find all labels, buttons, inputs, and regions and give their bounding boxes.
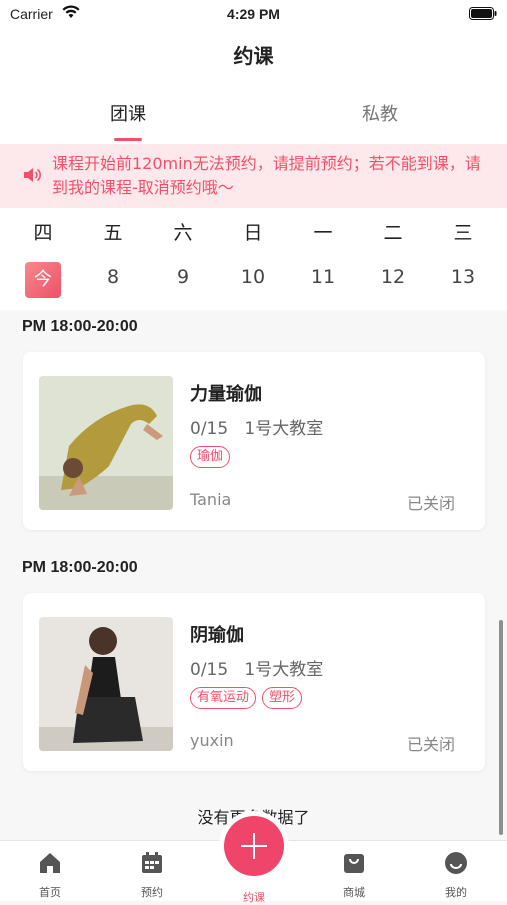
- week-selector: 四 五 六 日 一 二 三 今 8 9 10 11 12 13: [0, 208, 507, 310]
- class-meta: 0/15 1号大教室: [190, 414, 323, 439]
- nav-bar: 约课: [0, 28, 507, 78]
- battery-icon: [469, 7, 497, 20]
- plus-icon: [241, 833, 267, 859]
- coach-name: Tania: [190, 490, 232, 509]
- class-capacity: 0/15: [190, 660, 229, 680]
- booking-status: 已关闭: [406, 735, 455, 754]
- session-time-header: PM 18:00-20:00: [22, 318, 138, 335]
- tab-group-class[interactable]: 团课: [68, 100, 188, 126]
- coach-name: yuxin: [190, 731, 234, 750]
- scrollbar[interactable]: [499, 620, 503, 835]
- calendar-icon: [142, 852, 162, 873]
- weekday-label: 三: [453, 222, 473, 244]
- class-type-tabs: 团课 私教: [0, 78, 507, 144]
- class-tag: 塑形: [262, 687, 303, 709]
- class-meta: 0/15 1号大教室: [190, 655, 323, 680]
- notice-text: 课程开始前120min无法预约，请提前预约；若不能到课，请到我的课程-取消预约哦…: [52, 154, 481, 197]
- weekday-label: 五: [103, 222, 123, 244]
- class-room: 1号大教室: [244, 419, 324, 439]
- class-name: 阴瑜伽: [190, 625, 244, 646]
- class-photo: [39, 617, 173, 751]
- tabbar-label: 首页: [39, 886, 61, 899]
- book-class-plus-button[interactable]: [224, 816, 284, 876]
- class-tag: 有氧运动: [190, 687, 257, 709]
- date-today[interactable]: 今: [25, 262, 61, 298]
- weekday-label: 四: [33, 222, 53, 244]
- weekday-label: 六: [173, 222, 193, 244]
- class-room: 1号大教室: [244, 660, 324, 680]
- speaker-icon: [24, 168, 41, 182]
- date-item[interactable]: 11: [288, 266, 358, 288]
- tabbar-item-shop[interactable]: 商城: [314, 841, 394, 901]
- shop-bag-icon: [344, 854, 364, 873]
- class-card[interactable]: 力量瑜伽 0/15 1号大教室 瑜伽 Tania 已关闭: [23, 352, 485, 530]
- class-card[interactable]: 阴瑜伽 0/15 1号大教室 有氧运动 塑形 yuxin 已关闭: [23, 593, 485, 771]
- date-item[interactable]: 12: [358, 266, 428, 288]
- tabbar-item-home[interactable]: 首页: [10, 841, 90, 901]
- weekday-label: 一: [313, 222, 333, 244]
- active-tab-indicator: [114, 138, 142, 141]
- date-item[interactable]: 13: [428, 266, 498, 288]
- profile-icon: [445, 852, 467, 874]
- tabbar-label: 商城: [343, 886, 365, 899]
- date-item[interactable]: 9: [148, 266, 218, 288]
- class-tags: 有氧运动 塑形: [190, 687, 303, 709]
- tabbar-item-profile[interactable]: 我的: [416, 841, 496, 901]
- tabbar-label: 我的: [445, 886, 467, 899]
- class-tags: 瑜伽: [190, 446, 231, 468]
- date-item[interactable]: 10: [218, 266, 288, 288]
- status-bar: Carrier 4:29 PM: [0, 0, 507, 28]
- class-name: 力量瑜伽: [190, 384, 262, 405]
- notice-banner: 课程开始前120min无法预约，请提前预约；若不能到课，请到我的课程-取消预约哦…: [0, 144, 507, 208]
- home-icon: [40, 853, 60, 873]
- weekday-label: 日: [243, 222, 263, 244]
- weekday-label: 二: [383, 222, 403, 244]
- tabbar-label: 约课: [243, 891, 265, 904]
- class-capacity: 0/15: [190, 419, 229, 439]
- session-time-header: PM 18:00-20:00: [22, 559, 138, 576]
- date-item[interactable]: 8: [78, 266, 148, 288]
- tab-private-class[interactable]: 私教: [320, 100, 440, 126]
- class-tag: 瑜伽: [190, 446, 231, 468]
- status-time: 4:29 PM: [227, 6, 280, 22]
- page-title: 约课: [233, 44, 274, 68]
- tabbar-label: 预约: [141, 886, 163, 899]
- class-photo: [39, 376, 173, 510]
- booking-status: 已关闭: [406, 494, 455, 513]
- tabbar-item-booking[interactable]: 预约: [112, 841, 192, 901]
